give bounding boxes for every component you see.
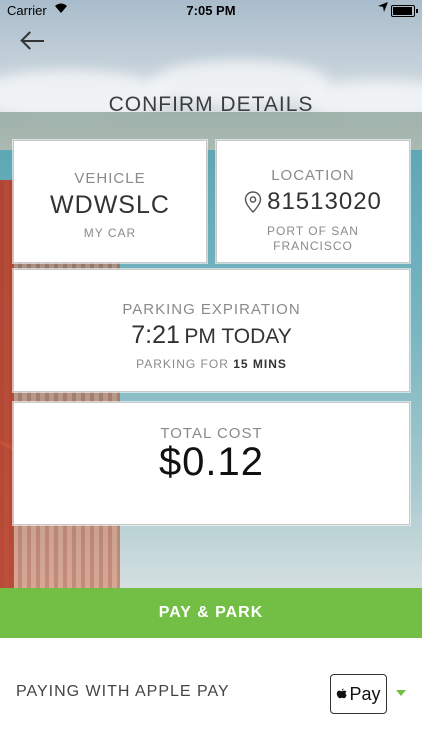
caret-down-icon[interactable] bbox=[396, 690, 406, 696]
apple-pay-selector[interactable]: Pay bbox=[330, 674, 387, 714]
pay-and-park-button[interactable]: PAY & PARK bbox=[0, 588, 422, 638]
status-bar: Carrier 7:05 PM bbox=[0, 0, 422, 22]
total-cost-amount: $0.12 bbox=[158, 440, 265, 484]
apple-logo-icon bbox=[337, 688, 348, 698]
expiration-suffix: PM TODAY bbox=[184, 325, 292, 348]
page-title: CONFIRM DETAILS bbox=[108, 93, 314, 116]
vehicle-name: MY CAR bbox=[83, 226, 137, 240]
expiration-time: 7:21 bbox=[131, 321, 180, 349]
vehicle-plate: WDWSLC bbox=[50, 191, 170, 219]
location-pin-icon bbox=[244, 191, 262, 213]
payment-method-bar: PAYING WITH APPLE PAY Pay bbox=[0, 638, 422, 750]
payment-method-label: PAYING WITH APPLE PAY bbox=[16, 683, 230, 700]
location-label: LOCATION bbox=[271, 167, 355, 184]
duration-value: 15 MINS bbox=[233, 357, 287, 371]
apple-pay-text: Pay bbox=[349, 683, 381, 704]
location-services-icon bbox=[378, 2, 388, 15]
duration-prefix: PARKING FOR bbox=[136, 357, 229, 371]
vehicle-label: VEHICLE bbox=[74, 170, 146, 187]
location-zone-number: 81513020 bbox=[267, 188, 382, 215]
vehicle-card[interactable]: VEHICLE WDWSLC MY CAR bbox=[13, 140, 207, 263]
status-time: 7:05 PM bbox=[186, 3, 236, 18]
location-name-line1: PORT OF SAN bbox=[267, 224, 359, 238]
location-name-line2: FRANCISCO bbox=[273, 239, 353, 253]
back-arrow-icon[interactable] bbox=[20, 30, 46, 52]
location-card[interactable]: LOCATION 81513020 PORT OF SAN FRANCISCO bbox=[216, 140, 410, 263]
battery-icon bbox=[391, 5, 418, 17]
expiration-label: PARKING EXPIRATION bbox=[122, 301, 301, 318]
total-cost-card: TOTAL COST $0.12 bbox=[13, 402, 410, 525]
parking-expiration-card[interactable]: PARKING EXPIRATION 7:21 PM TODAY PARKING… bbox=[13, 269, 410, 392]
